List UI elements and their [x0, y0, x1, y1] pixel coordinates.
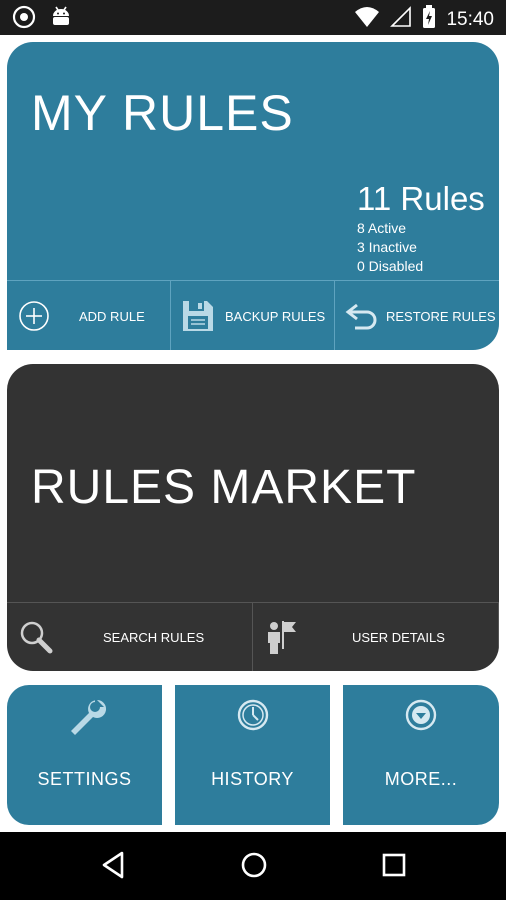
history-tile[interactable]: HISTORY — [175, 685, 330, 825]
backup-rules-label: BACKUP RULES — [225, 308, 326, 324]
add-circle-icon — [18, 300, 50, 337]
search-rules-button[interactable]: SEARCH RULES — [7, 603, 253, 671]
home-icon[interactable] — [239, 850, 269, 885]
search-icon — [19, 620, 53, 659]
target-icon — [12, 5, 36, 34]
backup-rules-button[interactable]: BACKUP RULES — [171, 281, 335, 350]
history-label: HISTORY — [211, 769, 294, 789]
my-rules-card[interactable]: MY RULES 11 Rules 8 Active 3 Inactive 0 … — [7, 42, 499, 350]
battery-icon — [422, 5, 436, 34]
disabled-count: 0 Disabled — [357, 258, 424, 274]
clock-icon — [233, 695, 273, 740]
restore-rules-button[interactable]: RESTORE RULES — [335, 281, 499, 350]
status-bar: 15:40 — [0, 0, 506, 35]
wrench-icon — [63, 695, 107, 744]
restore-rules-label: RESTORE RULES — [386, 308, 496, 324]
android-icon — [50, 5, 72, 34]
status-time: 15:40 — [446, 8, 494, 30]
my-rules-title: MY RULES — [31, 85, 294, 141]
settings-tile[interactable]: SETTINGS — [7, 685, 162, 825]
rules-market-title: RULES MARKET — [31, 461, 417, 514]
rule-count: 11 Rules — [357, 180, 485, 217]
navigation-bar — [0, 832, 506, 900]
back-icon[interactable] — [100, 850, 128, 885]
content-area: MY RULES 11 Rules 8 Active 3 Inactive 0 … — [0, 35, 506, 832]
signal-icon — [390, 6, 412, 33]
recents-icon[interactable] — [380, 850, 408, 885]
wifi-icon — [354, 6, 380, 33]
user-details-label: USER DETAILS — [352, 630, 445, 645]
search-rules-label: SEARCH RULES — [103, 630, 205, 645]
market-actions: SEARCH RULES USER DETAILS — [7, 602, 499, 671]
more-tile[interactable]: MORE... — [343, 685, 499, 825]
settings-label: SETTINGS — [37, 769, 132, 789]
add-rule-button[interactable]: ADD RULE — [7, 281, 171, 350]
more-label: MORE... — [384, 769, 458, 789]
undo-arrow-icon — [345, 301, 379, 336]
rules-market-card[interactable]: RULES MARKET SEARCH RULES USER DETAILS — [7, 364, 499, 671]
my-rules-actions: ADD RULE BACKUP RULES RESTORE RULES — [7, 280, 499, 350]
add-rule-label: ADD RULE — [79, 308, 145, 324]
user-details-button[interactable]: USER DETAILS — [253, 603, 499, 671]
chevron-down-circle-icon — [401, 695, 441, 740]
user-flag-icon — [265, 619, 299, 660]
inactive-count: 3 Inactive — [357, 239, 417, 255]
floppy-disk-icon — [181, 299, 215, 338]
active-count: 8 Active — [357, 220, 407, 236]
